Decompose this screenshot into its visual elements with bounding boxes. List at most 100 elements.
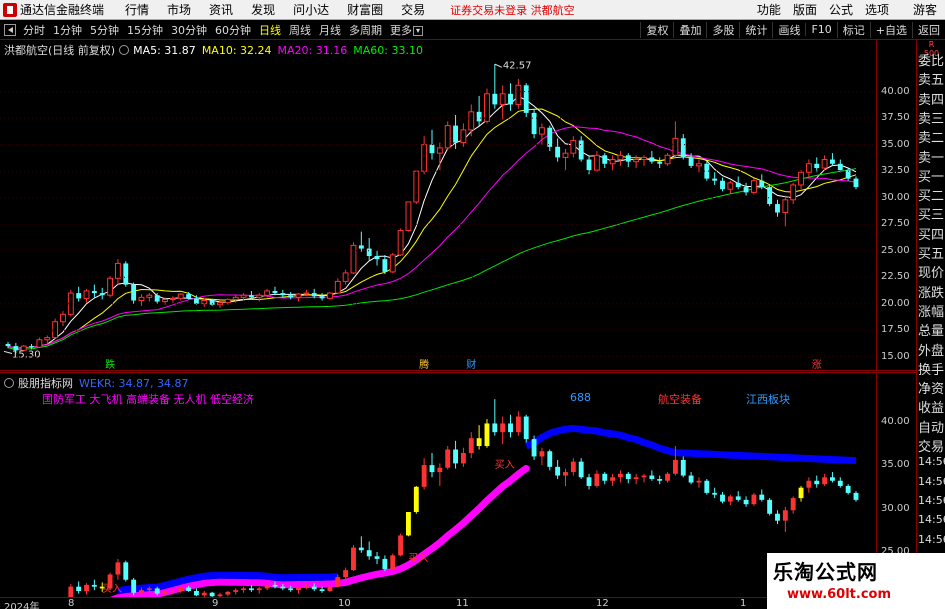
menu-layout[interactable]: 版面 bbox=[793, 1, 817, 18]
side-panel-item[interactable]: 卖五 bbox=[918, 69, 945, 88]
menu-function[interactable]: 功能 bbox=[757, 1, 781, 18]
sub-candle-body bbox=[162, 591, 168, 594]
btn-add-watch[interactable]: +自选 bbox=[869, 21, 912, 38]
period-1min[interactable]: 1分钟 bbox=[53, 22, 82, 38]
candle-body bbox=[342, 272, 349, 282]
candle-body bbox=[531, 112, 537, 135]
candle-body bbox=[814, 163, 820, 169]
sub-candle-body bbox=[618, 473, 623, 478]
sub-candle-body bbox=[523, 416, 529, 440]
quote-side-panel: R 500 委比 卖五 卖四 卖三 卖二 卖一 买一 买二 买三 买四 买五 现价 涨跌 涨幅 总量 外盘 换手 净资… bbox=[916, 40, 945, 609]
btn-stats[interactable]: 统计 bbox=[739, 21, 772, 38]
side-panel-item[interactable]: 14:56 bbox=[918, 455, 945, 468]
candle-body bbox=[672, 137, 679, 156]
side-panel-item[interactable]: 涨幅 bbox=[918, 301, 945, 320]
side-panel-item[interactable]: 买三 bbox=[918, 204, 945, 223]
sub-candle-body bbox=[484, 423, 490, 447]
menu-item-news[interactable]: 资讯 bbox=[209, 1, 233, 18]
btn-mark[interactable]: 标记 bbox=[836, 21, 870, 38]
menu-item-trade[interactable]: 交易 bbox=[401, 1, 425, 18]
period-15min[interactable]: 15分钟 bbox=[127, 22, 163, 38]
side-panel-item[interactable]: 买一 bbox=[918, 166, 945, 185]
period-daily[interactable]: 日线 bbox=[259, 22, 281, 38]
side-panel-item[interactable]: 净资 bbox=[918, 378, 945, 397]
side-panel-item[interactable]: 卖三 bbox=[918, 108, 945, 127]
main-kline-chart[interactable]: 42.57 15.30 跌 腾 财 涨 洪都航空(日线 前复权) MA5: 31.87 M… bbox=[0, 40, 876, 371]
btn-multi-stock[interactable]: 多股 bbox=[706, 21, 739, 38]
period-5min[interactable]: 5分钟 bbox=[90, 22, 119, 38]
period-60min[interactable]: 60分钟 bbox=[215, 22, 251, 38]
menu-options[interactable]: 选项 bbox=[865, 1, 889, 18]
sub-candle-body bbox=[201, 592, 207, 596]
sub-candle-body bbox=[759, 494, 765, 500]
sub-candle-body bbox=[390, 555, 396, 570]
login-warning[interactable]: 证券交易未登录 洪都航空 bbox=[450, 2, 575, 18]
side-panel-item[interactable]: 卖二 bbox=[918, 127, 945, 146]
side-panel-item[interactable]: 14:56 bbox=[918, 475, 945, 488]
side-panel-item[interactable]: 自动 bbox=[918, 417, 945, 436]
menu-bar: 通达信金融终端 行情 市场 资讯 发现 问小达 财富圈 交易 证券交易未登录 洪… bbox=[0, 0, 945, 20]
price-tick: 30.00 bbox=[881, 191, 910, 203]
side-panel-item[interactable]: 14:56 bbox=[918, 533, 945, 546]
side-panel-item[interactable]: 换手 bbox=[918, 359, 945, 378]
candle-body bbox=[186, 294, 192, 299]
candle-body bbox=[397, 230, 404, 256]
side-panel-item[interactable]: 卖四 bbox=[918, 89, 945, 108]
candle-body bbox=[508, 93, 513, 105]
sub-info-row: 股朋指标网 WEKR: 34.87, 34.87 bbox=[4, 375, 189, 391]
sub-candle-body bbox=[233, 590, 239, 592]
period-monthly[interactable]: 月线 bbox=[319, 22, 341, 38]
menu-item-exchange[interactable]: 市场 bbox=[167, 1, 191, 18]
btn-return[interactable]: 返回 bbox=[912, 21, 945, 38]
side-panel-item[interactable]: 收益 bbox=[918, 397, 945, 416]
guest-login[interactable]: 游客 bbox=[913, 1, 937, 18]
sub-candle-body bbox=[712, 492, 718, 495]
sub-candle-body bbox=[657, 479, 663, 481]
side-panel-item[interactable]: 14:56 bbox=[918, 513, 945, 526]
side-panel-item[interactable]: 买四 bbox=[918, 224, 945, 243]
ma20-value: MA20: 31.16 bbox=[277, 43, 348, 57]
btn-f10[interactable]: F10 bbox=[805, 23, 836, 36]
side-panel-item[interactable]: 委比 bbox=[918, 50, 945, 69]
sub-candle-body bbox=[123, 562, 129, 580]
period-more[interactable]: 更多 ▾ bbox=[390, 22, 423, 38]
menu-item-wealth[interactable]: 财富圈 bbox=[347, 1, 383, 18]
sub-candle-body bbox=[610, 477, 616, 481]
back-arrow-icon[interactable] bbox=[4, 23, 16, 36]
time-label-nov: 11 bbox=[456, 598, 469, 609]
candle-body bbox=[538, 127, 545, 135]
sub-candle-body bbox=[296, 587, 301, 591]
btn-adjust[interactable]: 复权 bbox=[640, 21, 673, 38]
side-panel-item[interactable]: 14:56 bbox=[918, 494, 945, 507]
btn-overlay[interactable]: 叠加 bbox=[673, 21, 706, 38]
menu-item-market[interactable]: 行情 bbox=[125, 1, 149, 18]
candle-body bbox=[586, 159, 592, 171]
sub-candle-body bbox=[782, 510, 788, 521]
period-30min[interactable]: 30分钟 bbox=[171, 22, 207, 38]
period-timeshare[interactable]: 分时 bbox=[23, 22, 45, 38]
time-label-aug: 8 bbox=[68, 598, 75, 609]
btn-draw[interactable]: 画线 bbox=[772, 21, 805, 38]
side-panel-item[interactable]: 卖一 bbox=[918, 147, 945, 166]
period-weekly[interactable]: 周线 bbox=[289, 22, 311, 38]
candle-body bbox=[358, 245, 364, 249]
side-panel-item[interactable]: 买五 bbox=[918, 243, 945, 262]
side-panel-item[interactable]: 总量 bbox=[918, 320, 945, 339]
indicator-circle-icon[interactable] bbox=[4, 378, 14, 388]
sub-candle-body bbox=[476, 438, 482, 447]
menu-item-discover[interactable]: 发现 bbox=[251, 1, 275, 18]
side-panel-item[interactable]: 现价 bbox=[918, 262, 945, 281]
settings-circle-icon[interactable] bbox=[119, 45, 130, 55]
price-tick: 17.50 bbox=[881, 324, 910, 336]
candle-body bbox=[123, 263, 129, 285]
side-panel-item[interactable]: 买二 bbox=[918, 185, 945, 204]
sub-indicator-chart[interactable]: 买入买入买入买入 股朋指标网 WEKR: 34.87, 34.87 国防军工 大… bbox=[0, 373, 876, 609]
side-panel-item[interactable]: 外盘 bbox=[918, 340, 945, 359]
menu-item-assistant[interactable]: 问小达 bbox=[293, 1, 329, 18]
period-multi[interactable]: 多周期 bbox=[349, 22, 382, 38]
side-panel-item[interactable]: 涨跌 bbox=[918, 282, 945, 301]
sub-candle-body bbox=[209, 592, 215, 597]
main-chart-svg: 42.57 15.30 跌 腾 财 涨 bbox=[0, 60, 876, 371]
side-panel-item[interactable]: 交易 bbox=[918, 436, 945, 455]
menu-formula[interactable]: 公式 bbox=[829, 1, 853, 18]
